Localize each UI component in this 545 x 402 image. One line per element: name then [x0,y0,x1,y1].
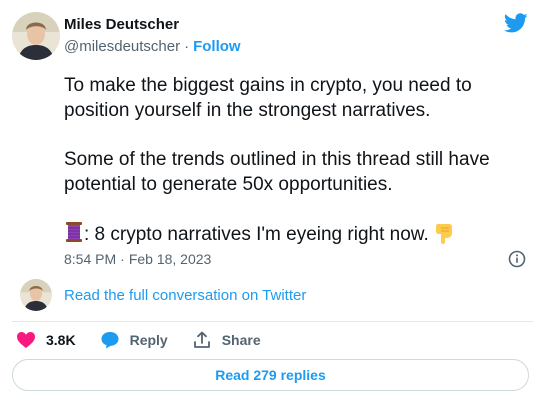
heart-icon [16,330,36,350]
follow-link[interactable]: Follow [193,38,241,55]
tweet-timestamp[interactable]: 8:54 PM · Feb 18, 2023 [64,251,211,267]
pointing-down-hand-icon [435,224,452,244]
author-handle[interactable]: @milesdeutscher [64,38,180,55]
tweet-date: Feb 18, 2023 [128,251,212,267]
thread-spool-icon [66,222,82,242]
author-handle-row: @milesdeutscher · Follow [64,38,241,55]
info-icon[interactable] [508,250,526,268]
divider [12,321,533,322]
reply-bubble-icon [100,330,120,350]
handle-separator: · [184,38,190,55]
twitter-logo-icon[interactable] [504,11,528,35]
timestamp-separator: · [120,251,125,267]
action-bar: 3.8K Reply Share [12,326,285,354]
conversation-avatar[interactable] [20,279,52,311]
tweet-paragraph-1: To make the biggest gains in crypto, you… [64,75,472,121]
tweet-paragraph-2: Some of the trends outlined in this thre… [64,149,490,195]
tweet-paragraph-3: : 8 crypto narratives I'm eyeing right n… [64,221,524,247]
read-replies-button[interactable]: Read 279 replies [12,359,529,391]
read-conversation-link[interactable]: Read the full conversation on Twitter [64,287,306,304]
author-avatar[interactable] [12,12,60,60]
author-name[interactable]: Miles Deutscher [64,16,179,33]
like-button[interactable]: 3.8K [16,330,76,350]
tweet-embed-card: Miles Deutscher @milesdeutscher · Follow T… [0,0,545,402]
share-icon [192,330,212,350]
like-count: 3.8K [46,332,76,348]
tweet-text: To make the biggest gains in crypto, you… [64,73,524,247]
share-button[interactable]: Share [192,330,261,350]
reply-button[interactable]: Reply [100,330,168,350]
share-label: Share [221,332,261,348]
tweet-time: 8:54 PM [64,251,117,267]
reply-label: Reply [129,332,168,348]
tweet-paragraph-3-text: : 8 crypto narratives I'm eyeing right n… [84,224,429,245]
